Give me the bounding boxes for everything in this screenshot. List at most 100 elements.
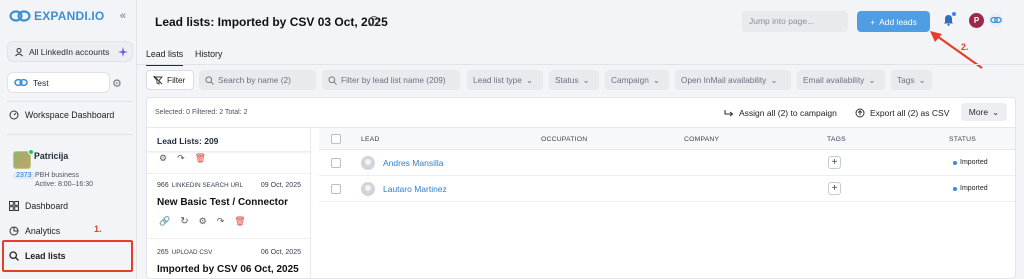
- chevron-down-icon: ⌄: [992, 106, 1000, 117]
- tab-history[interactable]: History: [195, 49, 222, 59]
- dropdown-email-availability[interactable]: Email availability ⌄: [797, 70, 885, 90]
- more-dropdown[interactable]: More ⌄: [961, 103, 1007, 121]
- status-badge: Imported: [953, 185, 988, 192]
- list-card-count: 966: [157, 182, 169, 189]
- status-badge: Imported: [953, 159, 988, 166]
- column-header-occupation[interactable]: OCCUPATION: [541, 136, 587, 143]
- workspace-dashboard-label: Workspace Dashboard: [25, 110, 115, 120]
- add-tag-button[interactable]: +: [828, 156, 841, 169]
- lead-name-link[interactable]: Lautaro Martinez: [383, 184, 447, 194]
- row-checkbox[interactable]: [331, 158, 341, 168]
- share-icon[interactable]: ↷: [177, 153, 185, 164]
- share-icon[interactable]: ↷: [217, 216, 225, 227]
- accounts-label: All LinkedIn accounts: [29, 46, 110, 57]
- plus-icon: +: [870, 16, 876, 27]
- column-header-lead[interactable]: LEAD: [361, 136, 380, 143]
- workspace-settings-icon[interactable]: ⚙: [112, 77, 122, 90]
- dropdown-open-inmail[interactable]: Open InMail availability ⌄: [675, 70, 791, 90]
- search-lead-list-input[interactable]: Filter by lead list name (209): [322, 70, 460, 90]
- workspace-selector[interactable]: Test: [7, 72, 110, 93]
- dropdown-label: Campaign: [611, 75, 649, 85]
- leads-table: LEAD OCCUPATION COMPANY TAGS STATUS Andr…: [319, 128, 1015, 278]
- logo-text: EXPANDI.IO: [34, 9, 105, 23]
- export-csv-button[interactable]: Export all (2) as CSV: [855, 108, 949, 118]
- lead-avatar: [361, 182, 375, 196]
- list-card-source: UPLOAD CSV: [171, 249, 213, 256]
- settings-icon[interactable]: ⚙: [159, 153, 167, 164]
- lead-lists-heading: Lead Lists: 209: [157, 136, 219, 146]
- status-dot: [953, 160, 957, 165]
- assign-to-campaign-button[interactable]: Assign all (2) to campaign: [724, 108, 837, 118]
- annotation-label-2: 2.: [961, 42, 969, 52]
- all-linkedin-accounts-button[interactable]: All LinkedIn accounts: [7, 41, 133, 62]
- search-lead-list-placeholder: Filter by lead list name (209): [341, 75, 446, 85]
- status-dot: [953, 186, 957, 191]
- list-card-actions: 🔗 ↻ ⚙ ↷ 🗑: [159, 216, 246, 227]
- user-active-hours: Active: 8:00–16:30: [35, 181, 93, 188]
- column-header-tags[interactable]: TAGS: [827, 136, 846, 143]
- nav-analytics-label: Analytics: [25, 226, 61, 236]
- analytics-icon: [9, 226, 19, 236]
- tabs-divider: [137, 64, 1024, 65]
- table-row[interactable]: Andres Mansilla + Imported: [319, 150, 1015, 176]
- dropdown-tags[interactable]: Tags ⌄: [891, 70, 932, 90]
- account-logo-icon[interactable]: [989, 13, 1003, 27]
- chevron-down-icon: ⌄: [770, 75, 778, 85]
- info-icon[interactable]: i: [369, 16, 379, 26]
- table-row[interactable]: Lautaro Martinez + Imported: [319, 176, 1015, 202]
- divider: [7, 101, 133, 102]
- list-card-meta: 265 UPLOAD CSV: [157, 249, 212, 256]
- refresh-icon[interactable]: ↻: [180, 216, 188, 227]
- nav-dashboard[interactable]: Dashboard: [9, 201, 68, 211]
- column-header-company[interactable]: COMPANY: [684, 136, 719, 143]
- dropdown-status[interactable]: Status ⌄: [549, 70, 599, 90]
- chevron-down-icon: ⌄: [652, 75, 660, 85]
- delete-icon[interactable]: 🗑: [234, 216, 245, 227]
- more-label: More: [968, 107, 989, 117]
- status-label: Imported: [960, 159, 988, 166]
- dropdown-label: Open InMail availability: [681, 75, 767, 85]
- list-card-date: 06 Oct, 2025: [260, 249, 301, 256]
- nav-dashboard-label: Dashboard: [25, 201, 69, 211]
- settings-icon[interactable]: ⚙: [199, 216, 207, 227]
- lead-avatar: [361, 156, 375, 170]
- search-by-name-input[interactable]: Search by name (2): [199, 70, 316, 90]
- expandi-logo-icon: [9, 10, 31, 22]
- add-leads-button[interactable]: + Add leads: [857, 11, 930, 32]
- page-title: Lead lists: Imported by CSV 03 Oct, 2025: [155, 15, 388, 29]
- nav-analytics[interactable]: Analytics: [9, 226, 60, 236]
- dropdown-lead-list-type[interactable]: Lead list type ⌄: [467, 70, 543, 90]
- header: Lead lists: Imported by CSV 03 Oct, 2025…: [137, 0, 1024, 44]
- list-card-count: 265: [157, 249, 169, 256]
- row-checkbox[interactable]: [331, 184, 341, 194]
- user-company: PBH business: [35, 172, 79, 179]
- user-meta: PBH business Active: 8:00–16:30: [35, 171, 93, 189]
- lead-name-link[interactable]: Andres Mansilla: [383, 158, 443, 168]
- list-card-meta: 966 LINKEDIN SEARCH URL: [157, 182, 243, 189]
- list-card-date: 09 Oct, 2025: [260, 182, 301, 189]
- dropdown-label: Status: [555, 75, 579, 85]
- chevron-down-icon: ⌄: [868, 75, 876, 85]
- annotation-label-1: 1.: [94, 224, 102, 234]
- chevron-down-icon: ⌄: [918, 75, 926, 85]
- dropdown-label: Tags: [897, 75, 915, 85]
- chevron-down-icon: ⌄: [582, 75, 590, 85]
- workspace-dashboard-link[interactable]: Workspace Dashboard: [9, 110, 114, 120]
- card-divider: [147, 173, 310, 174]
- column-header-status[interactable]: STATUS: [949, 136, 976, 143]
- filter-off-icon: [153, 75, 163, 85]
- user-connections-badge: 2373: [13, 172, 35, 179]
- dropdown-campaign[interactable]: Campaign ⌄: [605, 70, 669, 90]
- add-tag-button[interactable]: +: [828, 182, 841, 195]
- card-divider: [147, 238, 310, 239]
- dropdown-label: Email availability: [803, 75, 865, 85]
- search-icon: [328, 75, 337, 85]
- logo[interactable]: EXPANDI.IO: [9, 9, 104, 23]
- jump-into-page-input[interactable]: Jump into page...: [742, 11, 848, 32]
- delete-icon[interactable]: 🗑: [195, 153, 206, 164]
- link-icon[interactable]: 🔗: [159, 216, 170, 227]
- dropdown-label: Lead list type: [473, 75, 522, 85]
- select-all-checkbox[interactable]: [331, 134, 341, 144]
- collapse-sidebar-icon[interactable]: «: [120, 10, 126, 22]
- filter-button[interactable]: Filter: [146, 70, 194, 90]
